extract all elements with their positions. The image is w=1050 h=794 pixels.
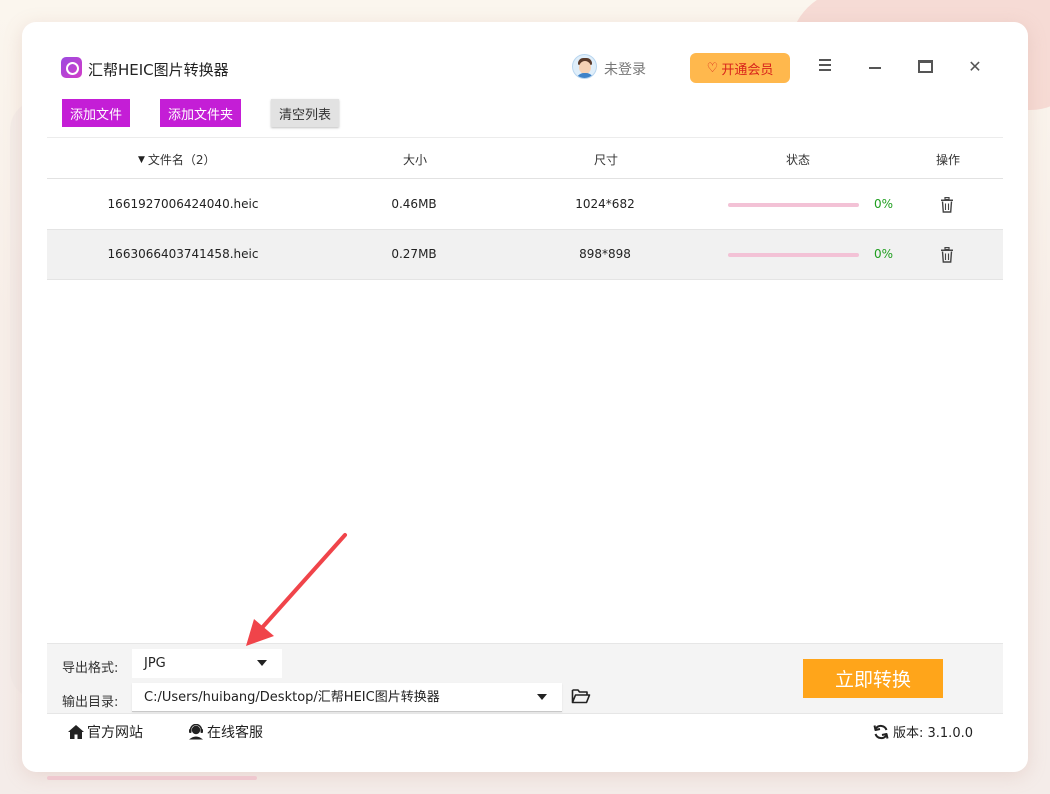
progress-percent: 0% [874, 247, 894, 261]
file-dimensions: 898*898 [579, 247, 631, 261]
column-header-action: 操作 [936, 153, 961, 167]
format-label: 导出格式: [62, 661, 119, 676]
scroll-indicator [47, 776, 257, 780]
column-header-status: 状态 [786, 153, 811, 167]
outdir-label: 输出目录: [62, 695, 119, 710]
toolbar: 添加文件 添加文件夹 清空列表 [47, 96, 1003, 132]
menu-icon[interactable] [814, 56, 836, 78]
refresh-icon [873, 724, 889, 739]
minimize-icon[interactable] [864, 56, 886, 78]
online-service-link[interactable]: 在线客服 [187, 722, 263, 742]
online-service-label: 在线客服 [207, 725, 263, 741]
column-header-name[interactable]: ▼ 文件名（2） [138, 151, 216, 168]
outdir-select[interactable]: C:/Users/huibang/Desktop/汇帮HEIC图片转换器 [132, 683, 562, 712]
app-title: 汇帮HEIC图片转换器 [88, 61, 229, 79]
official-site-label: 官方网站 [87, 725, 143, 741]
app-window: 汇帮HEIC图片转换器 未登录 ♡ 开通会员 ✕ 添加文件 添加文件夹 清空列表… [47, 46, 1003, 746]
settings-panel: 导出格式: JPG 输出目录: C:/Users/huibang/Desktop… [47, 643, 1003, 713]
file-table: ▼ 文件名（2） 大小 尺寸 状态 操作 1661927006424040.he… [47, 137, 1003, 642]
table-row[interactable]: 1661927006424040.heic 0.46MB 1024*682 0% [47, 180, 1003, 230]
file-name: 1661927006424040.heic [107, 197, 259, 211]
close-icon[interactable]: ✕ [964, 56, 986, 78]
file-size: 0.46MB [391, 197, 437, 211]
vip-button-label: 开通会员 [721, 62, 774, 78]
vip-button[interactable]: ♡ 开通会员 [690, 53, 790, 83]
column-header-name-label: 文件名（2） [147, 153, 216, 167]
format-value: JPG [144, 656, 166, 671]
format-select[interactable]: JPG [132, 649, 282, 678]
add-folder-button[interactable]: 添加文件夹 [160, 99, 241, 127]
progress-percent: 0% [874, 197, 894, 211]
version-label: 版本: 3.1.0.0 [893, 726, 973, 741]
trash-icon[interactable] [940, 247, 954, 263]
home-icon [68, 725, 84, 739]
outdir-value: C:/Users/huibang/Desktop/汇帮HEIC图片转换器 [144, 690, 440, 705]
footer: 官方网站 在线客服 版本: 3.1.0.0 [47, 713, 1003, 746]
file-name: 1663066403741458.heic [107, 247, 259, 261]
clear-list-button[interactable]: 清空列表 [271, 99, 339, 127]
table-header: ▼ 文件名（2） 大小 尺寸 状态 操作 [47, 138, 1003, 179]
dropdown-caret-icon [257, 660, 267, 666]
table-row[interactable]: 1663066403741458.heic 0.27MB 898*898 0% [47, 230, 1003, 280]
column-header-dimensions: 尺寸 [594, 153, 619, 167]
version-info[interactable]: 版本: 3.1.0.0 [873, 722, 973, 741]
customer-service-icon [189, 724, 203, 740]
progress-bar [728, 253, 859, 257]
trash-icon[interactable] [940, 197, 954, 213]
login-status[interactable]: 未登录 [604, 59, 646, 79]
dropdown-caret-icon [537, 694, 547, 700]
app-logo-icon [61, 57, 82, 78]
file-size: 0.27MB [391, 247, 437, 261]
maximize-icon[interactable] [914, 56, 936, 78]
file-dimensions: 1024*682 [575, 197, 635, 211]
official-site-link[interactable]: 官方网站 [67, 722, 143, 742]
folder-open-icon[interactable] [571, 687, 591, 705]
add-file-button[interactable]: 添加文件 [62, 99, 130, 127]
sort-desc-icon: ▼ [138, 154, 145, 165]
convert-button[interactable]: 立即转换 [803, 659, 943, 698]
column-header-size: 大小 [403, 153, 428, 167]
avatar[interactable] [572, 54, 597, 79]
title-bar: 汇帮HEIC图片转换器 未登录 ♡ 开通会员 ✕ [47, 46, 1003, 90]
diamond-icon: ♡ [706, 60, 719, 76]
progress-bar [728, 203, 859, 207]
